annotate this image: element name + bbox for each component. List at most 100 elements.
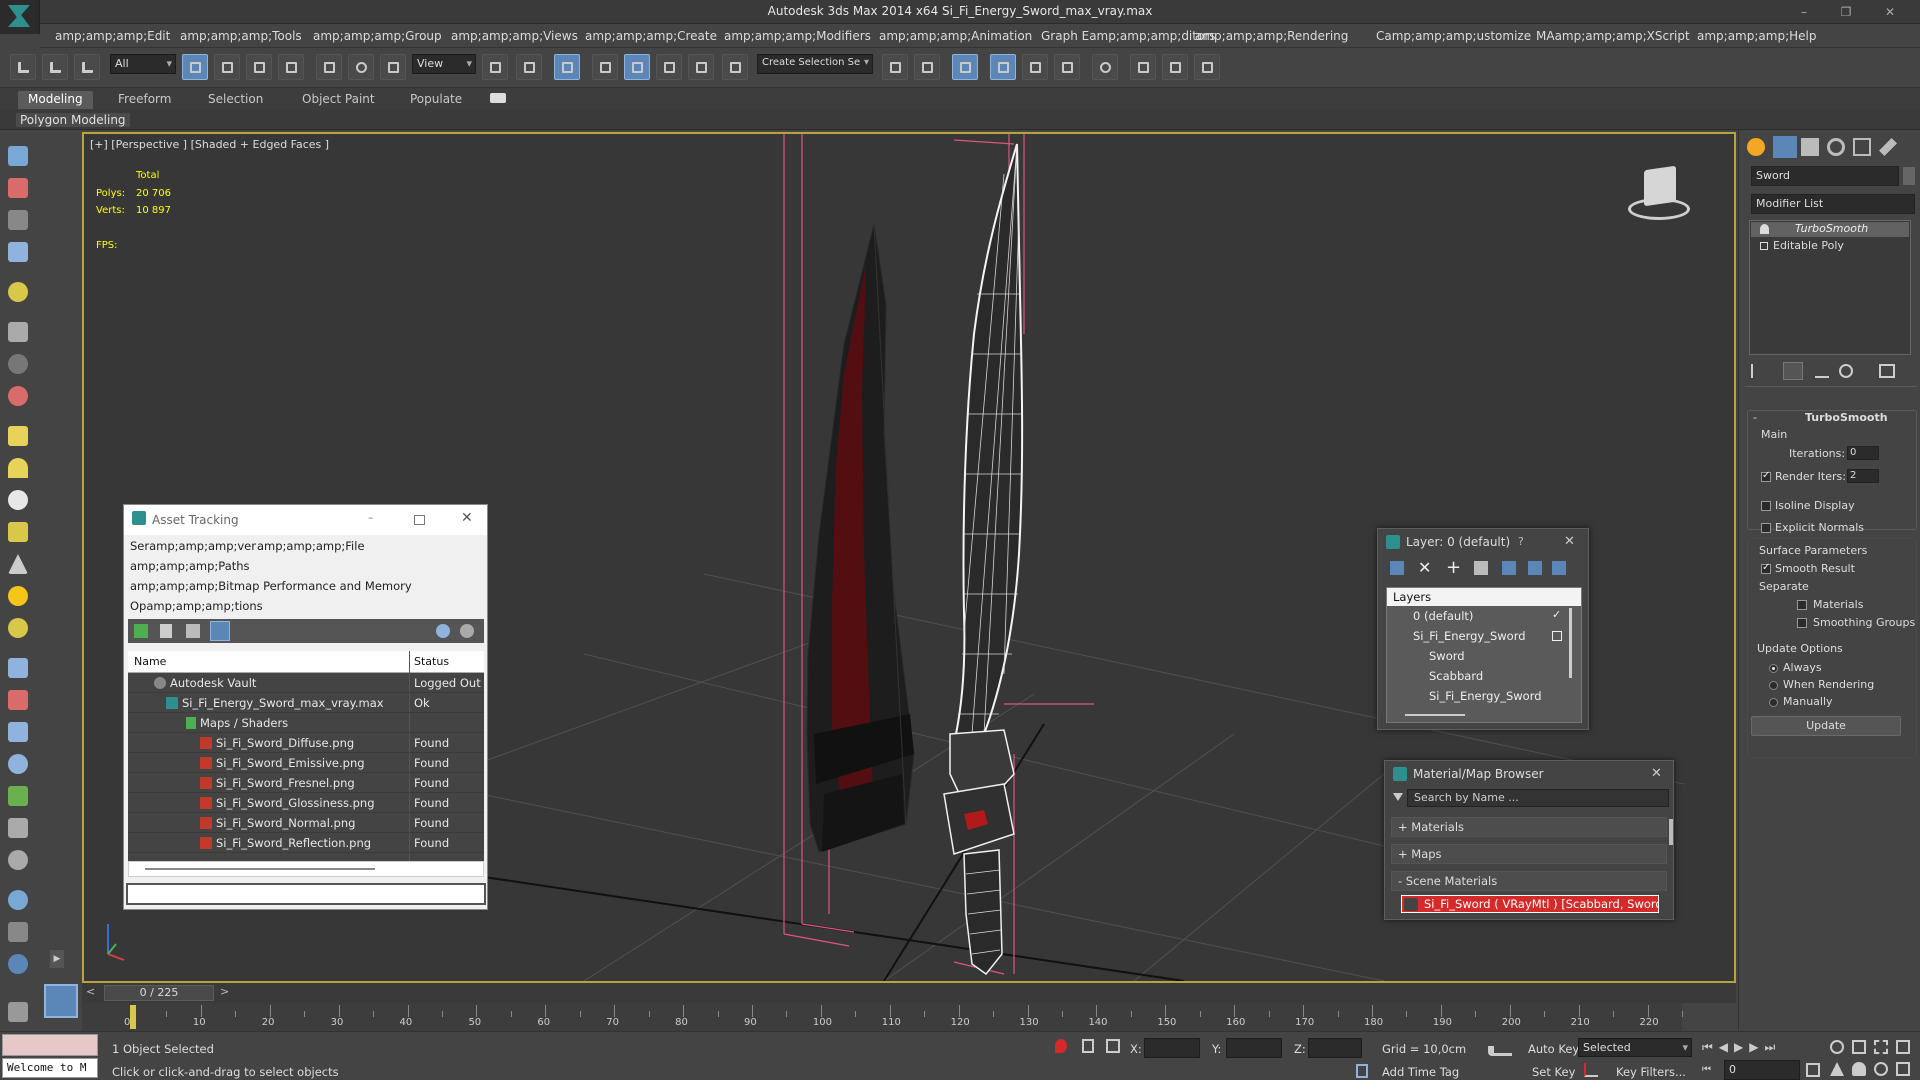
viewport-thumbnail[interactable] (44, 984, 78, 1018)
asset-menu-bitmap-performance[interactable]: amp;amp;amp;Bitmap Performance and Memor… (130, 579, 412, 593)
expand-plus-icon[interactable] (1760, 242, 1768, 250)
layers-header[interactable]: Layers (1387, 588, 1549, 606)
bind-spacewarp-icon[interactable] (74, 54, 100, 80)
key-filters-button[interactable]: Key Filters... (1616, 1065, 1686, 1079)
close-icon[interactable]: ✕ (1564, 534, 1575, 549)
save-icon[interactable] (8, 1002, 28, 1022)
display-tab-icon[interactable] (1853, 138, 1871, 156)
key-mode-toggle-icon[interactable]: ⏮ (1702, 1064, 1716, 1076)
asset-path-input[interactable] (126, 883, 486, 905)
tab-object-paint[interactable]: Object Paint (292, 91, 385, 109)
menu-modifiers[interactable]: amp;amp;amp;Modifiers (724, 29, 871, 43)
details-view-icon[interactable] (186, 624, 200, 638)
object-name-input[interactable]: Sword (1751, 166, 1899, 186)
pin-stack-icon[interactable] (1751, 364, 1765, 378)
turbosmooth-title[interactable]: TurboSmooth (1805, 411, 1888, 424)
add-to-layer-icon[interactable]: + (1446, 557, 1461, 578)
angle-snap-icon[interactable] (624, 54, 650, 80)
column-name-header[interactable]: Name (134, 655, 166, 668)
configure-sets-icon[interactable] (1879, 364, 1895, 378)
key-mode-dropdown[interactable]: Selected (1578, 1038, 1692, 1057)
camera-icon[interactable] (8, 322, 28, 342)
scrollbar-thumb[interactable] (145, 868, 375, 870)
layer-active-checkbox[interactable] (1552, 631, 1562, 641)
x-coordinate-field[interactable] (1144, 1038, 1200, 1058)
explicit-normals-checkbox[interactable] (1761, 523, 1771, 533)
vertical-scrollbar[interactable] (1669, 819, 1673, 845)
smooth-result-checkbox[interactable] (1761, 562, 1771, 574)
highlight-layer-icon[interactable] (1502, 561, 1516, 575)
zoom-extents-icon[interactable] (1874, 1040, 1888, 1054)
percent-snap-icon[interactable] (656, 54, 682, 80)
menu-customize[interactable]: Camp;amp;amp;ustomize (1376, 29, 1531, 43)
time-slider-thumb[interactable]: 0 / 225 (104, 985, 214, 1001)
iterations-spinner[interactable]: 0 (1847, 446, 1879, 460)
layer-explorer-icon[interactable] (8, 242, 28, 262)
foliage-icon[interactable] (8, 786, 28, 806)
spinner-snap-icon[interactable] (688, 54, 714, 80)
layer-object-sword[interactable]: Sword (1387, 648, 1567, 666)
render-setup-icon[interactable] (1130, 54, 1156, 80)
collapse-minus-icon[interactable]: - (1753, 411, 1757, 424)
teapot-icon[interactable] (8, 522, 28, 542)
pan-hand-icon[interactable] (1852, 1062, 1866, 1076)
menu-animation[interactable]: amp;amp;amp;Animation (879, 29, 1032, 43)
next-frame-icon[interactable]: > (220, 985, 232, 999)
add-time-tag-button[interactable]: Add Time Tag (1382, 1065, 1459, 1079)
new-layer-icon[interactable] (1390, 561, 1404, 575)
helper-icon[interactable] (8, 354, 28, 374)
layer-object-energy-sword[interactable]: Si_Fi_Energy_Sword (1387, 688, 1567, 706)
rect-selection-icon[interactable] (246, 54, 272, 80)
zoom-icon[interactable] (1830, 1040, 1844, 1054)
zoom-all-icon[interactable] (1852, 1040, 1866, 1054)
layer-object-scabbard[interactable]: Scabbard (1387, 668, 1567, 686)
active-layer-check-icon[interactable]: ✓ (1552, 608, 1561, 621)
refresh-icon[interactable] (134, 624, 148, 638)
isolate-selection-icon[interactable] (1055, 1039, 1067, 1053)
script-icon[interactable] (8, 922, 28, 942)
material-search-input[interactable]: Search by Name ... (1407, 789, 1669, 807)
table-row[interactable]: Autodesk Vault Logged Out ... (128, 673, 484, 693)
table-row[interactable]: Si_Fi_Sword_Normal.png Found (128, 813, 484, 833)
delete-layer-icon[interactable]: ✕ (1418, 558, 1431, 577)
sun-icon[interactable] (8, 586, 28, 606)
table-row[interactable]: Si_Fi_Sword_Emissive.png Found (128, 753, 484, 773)
timeline-ruler[interactable]: 0 10 20 30 40 50 60 70 80 90 100 110 120 130 140 150 160… (82, 1003, 1683, 1031)
menu-maxscript[interactable]: MAamp;amp;amp;XScript (1536, 29, 1690, 43)
column-status-header[interactable]: Status (414, 655, 449, 668)
update-when-rendering-radio[interactable] (1769, 681, 1778, 690)
sphere-icon[interactable] (8, 490, 28, 510)
smoothing-groups-checkbox[interactable] (1797, 618, 1807, 628)
scale-icon[interactable] (380, 54, 406, 80)
z-coordinate-field[interactable] (1308, 1038, 1362, 1058)
curve-editor-icon[interactable] (1022, 54, 1048, 80)
render-iters-spinner[interactable]: 2 (1847, 469, 1879, 483)
menu-tools[interactable]: amp;amp;amp;Tools (180, 29, 302, 43)
menu-group[interactable]: amp;amp;amp;Group (313, 29, 442, 43)
hide-all-icon[interactable] (1528, 561, 1542, 575)
table-view-icon[interactable] (210, 621, 230, 641)
material-browser-titlebar[interactable]: Material/Map Browser ✕ (1385, 761, 1673, 787)
hair-icon[interactable] (8, 818, 28, 838)
asset-menu-options[interactable]: Opamp;amp;amp;tions (130, 599, 263, 613)
asset-tracking-titlebar[interactable]: Asset Tracking – ✕ (124, 505, 487, 535)
menu-views[interactable]: amp;amp;amp;Views (451, 29, 578, 43)
cylinder-icon[interactable] (8, 458, 28, 478)
named-selection-set-input[interactable]: Create Selection Se (757, 54, 873, 74)
help-icon[interactable] (436, 624, 450, 638)
asset-menu-file[interactable]: amp;amp;amp;File (257, 539, 365, 553)
select-object-icon[interactable] (182, 54, 208, 80)
ribbon-options-icon[interactable] (490, 93, 506, 103)
polygon-modeling-label[interactable]: Polygon Modeling (16, 113, 130, 127)
spacewarp-icon[interactable] (8, 386, 28, 406)
update-manually-radio[interactable] (1769, 698, 1778, 707)
schematic-view-icon[interactable] (1054, 54, 1080, 80)
isoline-display-checkbox[interactable] (1761, 501, 1771, 511)
object-color-swatch[interactable] (1903, 167, 1915, 185)
asset-menu-server[interactable]: Seramp;amp;amp;ver (130, 539, 256, 553)
create-tab-icon[interactable] (1747, 138, 1765, 156)
viewport-layout-icon[interactable] (8, 146, 28, 166)
auto-key-button[interactable]: Auto Key (1528, 1042, 1579, 1056)
orbit-icon[interactable] (1874, 1062, 1888, 1076)
modify-tab-icon[interactable] (1773, 136, 1797, 158)
